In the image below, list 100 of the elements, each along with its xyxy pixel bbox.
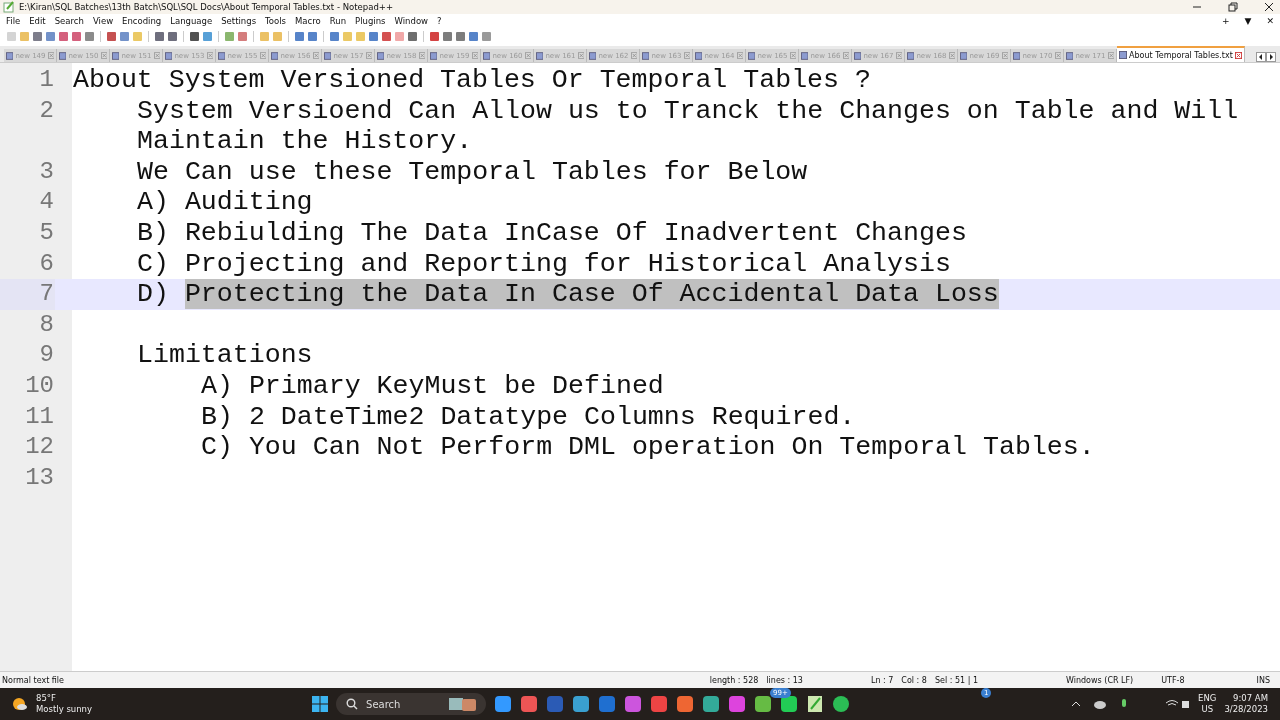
notepad-taskbar-icon[interactable]	[806, 695, 825, 713]
clock-date[interactable]: 3/28/2023	[1224, 704, 1268, 715]
toolbar-icon[interactable]	[468, 30, 479, 42]
line-number: 1	[38, 65, 55, 95]
temperature-text: 85°F	[36, 693, 57, 704]
file-icon	[854, 51, 862, 60]
menu-item[interactable]: ?	[437, 16, 442, 26]
file-icon	[324, 51, 332, 60]
code-text: D)	[137, 279, 170, 310]
menu-item[interactable]: Search	[54, 16, 84, 26]
taskbar-app-icon[interactable]	[754, 695, 773, 713]
file-icon	[377, 51, 385, 60]
line-number: 7	[0, 279, 55, 310]
code-text: Limitations	[137, 340, 313, 371]
tab-action-button[interactable]: ▼	[1244, 16, 1252, 26]
line-number: 11	[24, 401, 55, 432]
taskbar-app-icon[interactable]	[728, 695, 747, 713]
code-text: C) You Can Not Perform DML operation On Temporal Tables.	[201, 432, 1095, 463]
toolbar-icon[interactable]	[71, 30, 82, 42]
status-text: lines : 13	[766, 675, 803, 685]
window-title: E:\Kiran\SQL Batches\13th Batch\SQL\SQL Docs\About Temporal Tables.txt - Notepad++	[19, 2, 394, 12]
menu-item[interactable]: Encoding	[122, 16, 162, 26]
menu-item[interactable]: File	[6, 16, 21, 26]
menu-item[interactable]: Tools	[265, 16, 287, 26]
menu-item[interactable]: View	[92, 16, 114, 26]
menu-item[interactable]: Language	[170, 16, 213, 26]
scroll-left-icon[interactable]	[1256, 52, 1266, 62]
status-text: Normal text file	[2, 675, 64, 685]
taskbar-app-icon[interactable]	[780, 695, 799, 713]
file-icon	[218, 51, 226, 60]
code-text: A) Auditing	[137, 187, 313, 218]
file-icon	[271, 51, 279, 60]
line-number: 6	[38, 248, 55, 279]
toolbar-icon[interactable]	[442, 30, 453, 42]
toolbar-icon[interactable]	[307, 30, 318, 42]
file-icon	[59, 51, 67, 60]
close-button[interactable]	[1264, 2, 1274, 12]
search-field[interactable]: Search	[336, 693, 487, 715]
toolbar-icon[interactable]	[294, 30, 305, 42]
toolbar-icon[interactable]	[429, 30, 440, 42]
toolbar-icon[interactable]	[455, 30, 466, 42]
file-tab[interactable]: About Temporal Tables.txt	[1117, 46, 1245, 62]
language-text[interactable]: ENG	[1198, 693, 1217, 704]
file-icon	[695, 51, 703, 60]
line-number: 10	[24, 370, 55, 401]
menu-item[interactable]: Run	[329, 16, 347, 26]
menu-item[interactable]: Settings	[221, 16, 257, 26]
file-icon	[642, 51, 650, 60]
start-icon[interactable]	[312, 696, 329, 712]
chat-icon[interactable]	[832, 695, 851, 713]
toolbar-icon[interactable]	[154, 30, 165, 42]
toolbar-icon[interactable]	[84, 30, 95, 42]
file-icon	[483, 51, 491, 60]
taskbar-app-icon[interactable]	[520, 695, 539, 713]
restore-button[interactable]	[1228, 2, 1238, 12]
toolbar-icon[interactable]	[329, 30, 340, 42]
file-icon	[536, 51, 544, 60]
line-number: 5	[38, 217, 55, 248]
clock-time[interactable]: 9:07 AM	[1233, 693, 1268, 704]
tab-action-button[interactable]: ✕	[1266, 16, 1274, 26]
toolbar-icon[interactable]	[189, 30, 200, 42]
region-text[interactable]: US	[1201, 704, 1214, 715]
code-text: B) Rebiulding The Data InCase Of Inadvertent Changes	[137, 217, 967, 248]
taskbar-app-icon[interactable]	[572, 695, 591, 713]
code-text: System Versioend Can Allow us to Tranck the Changes on Table and Will Maintain the History.	[137, 95, 1240, 157]
toolbar-icon[interactable]	[381, 30, 392, 42]
file-icon	[801, 51, 809, 60]
file-icon	[1066, 51, 1074, 60]
line-number: 4	[38, 187, 55, 218]
toolbar-icon[interactable]	[32, 30, 43, 42]
taskbar-app-icon[interactable]	[598, 695, 617, 713]
code-text: C) Projecting and Reporting for Historical Analysis	[137, 248, 951, 279]
taskbar-app-icon[interactable]	[676, 695, 695, 713]
menu-item[interactable]: Edit	[29, 16, 46, 26]
menu-item[interactable]: Window	[394, 16, 429, 26]
menu-item[interactable]: Macro	[295, 16, 321, 26]
status-text: UTF-8	[1161, 675, 1185, 685]
code-text: A) Primary KeyMust be Defined	[201, 370, 664, 401]
taskbar-app-icon[interactable]	[702, 695, 721, 713]
tab-action-button[interactable]: +	[1222, 16, 1230, 26]
line-number: 2	[38, 95, 55, 126]
line-number: 12	[24, 432, 55, 463]
toolbar-icon[interactable]	[407, 30, 418, 42]
toolbar-icon[interactable]	[368, 30, 379, 42]
tray-icons-drawing[interactable]	[1070, 697, 1191, 711]
file-icon	[748, 51, 756, 60]
search-icon	[346, 698, 359, 710]
menu-item[interactable]: Plugins	[355, 16, 386, 26]
status-text: Windows (CR LF)	[1066, 675, 1134, 685]
taskbar-app-icon[interactable]	[494, 695, 513, 713]
taskbar-app-icon[interactable]	[650, 695, 669, 713]
scroll-right-icon[interactable]	[1266, 52, 1276, 62]
file-icon	[960, 51, 968, 60]
taskbar-app-icon[interactable]	[624, 695, 643, 713]
weather-icon[interactable]	[12, 696, 28, 712]
file-icon	[6, 51, 14, 60]
toolbar-icon[interactable]	[58, 30, 69, 42]
close-icon[interactable]	[1234, 51, 1242, 59]
toolbar-icon[interactable]	[167, 30, 178, 42]
toolbar-icon[interactable]	[106, 30, 117, 42]
